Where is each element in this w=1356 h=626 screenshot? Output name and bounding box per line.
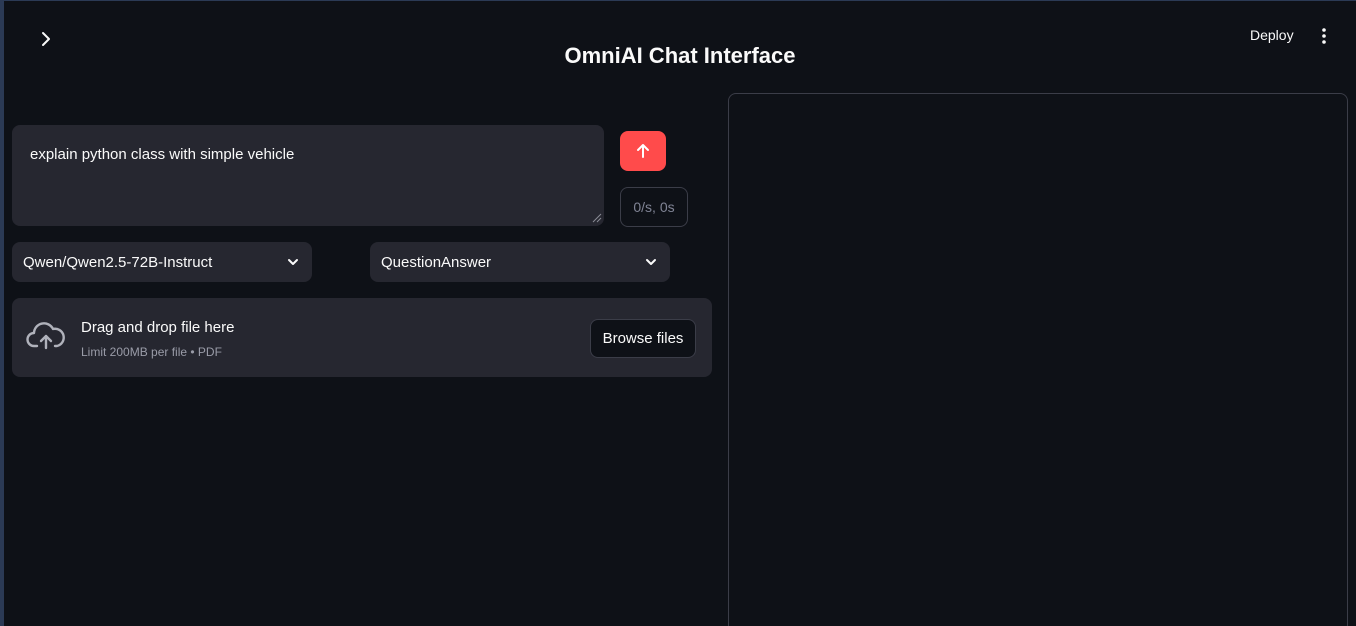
mode-select-value: QuestionAnswer bbox=[381, 253, 492, 271]
model-select-value: Qwen/Qwen2.5-72B-Instruct bbox=[23, 253, 213, 271]
response-output-panel bbox=[728, 93, 1348, 626]
upload-title: Drag and drop file here bbox=[81, 319, 235, 336]
speed-stats-field: 0/s, 0s bbox=[620, 187, 688, 227]
vertical-dots-icon bbox=[1322, 28, 1326, 44]
model-select[interactable]: Qwen/Qwen2.5-72B-Instruct bbox=[12, 242, 312, 282]
cloud-upload-icon bbox=[26, 322, 65, 350]
chevron-down-icon bbox=[288, 259, 298, 265]
arrow-up-icon bbox=[637, 144, 649, 158]
upload-limit-text: Limit 200MB per file • PDF bbox=[81, 345, 222, 359]
prompt-textarea[interactable] bbox=[12, 125, 604, 226]
mode-select[interactable]: QuestionAnswer bbox=[370, 242, 670, 282]
send-button[interactable] bbox=[620, 131, 666, 171]
main-menu-button[interactable] bbox=[1314, 25, 1334, 47]
deploy-button[interactable]: Deploy bbox=[1250, 27, 1294, 43]
page-title: OmniAI Chat Interface bbox=[564, 43, 796, 68]
app-window: OmniAI Chat Interface Deploy 0/s, 0s Qwe… bbox=[0, 0, 1356, 626]
chevron-down-icon bbox=[646, 259, 656, 265]
browse-files-button[interactable]: Browse files bbox=[590, 319, 696, 358]
file-uploader-dropzone[interactable]: Drag and drop file here Limit 200MB per … bbox=[12, 298, 712, 377]
resize-grip-icon[interactable] bbox=[592, 213, 602, 223]
